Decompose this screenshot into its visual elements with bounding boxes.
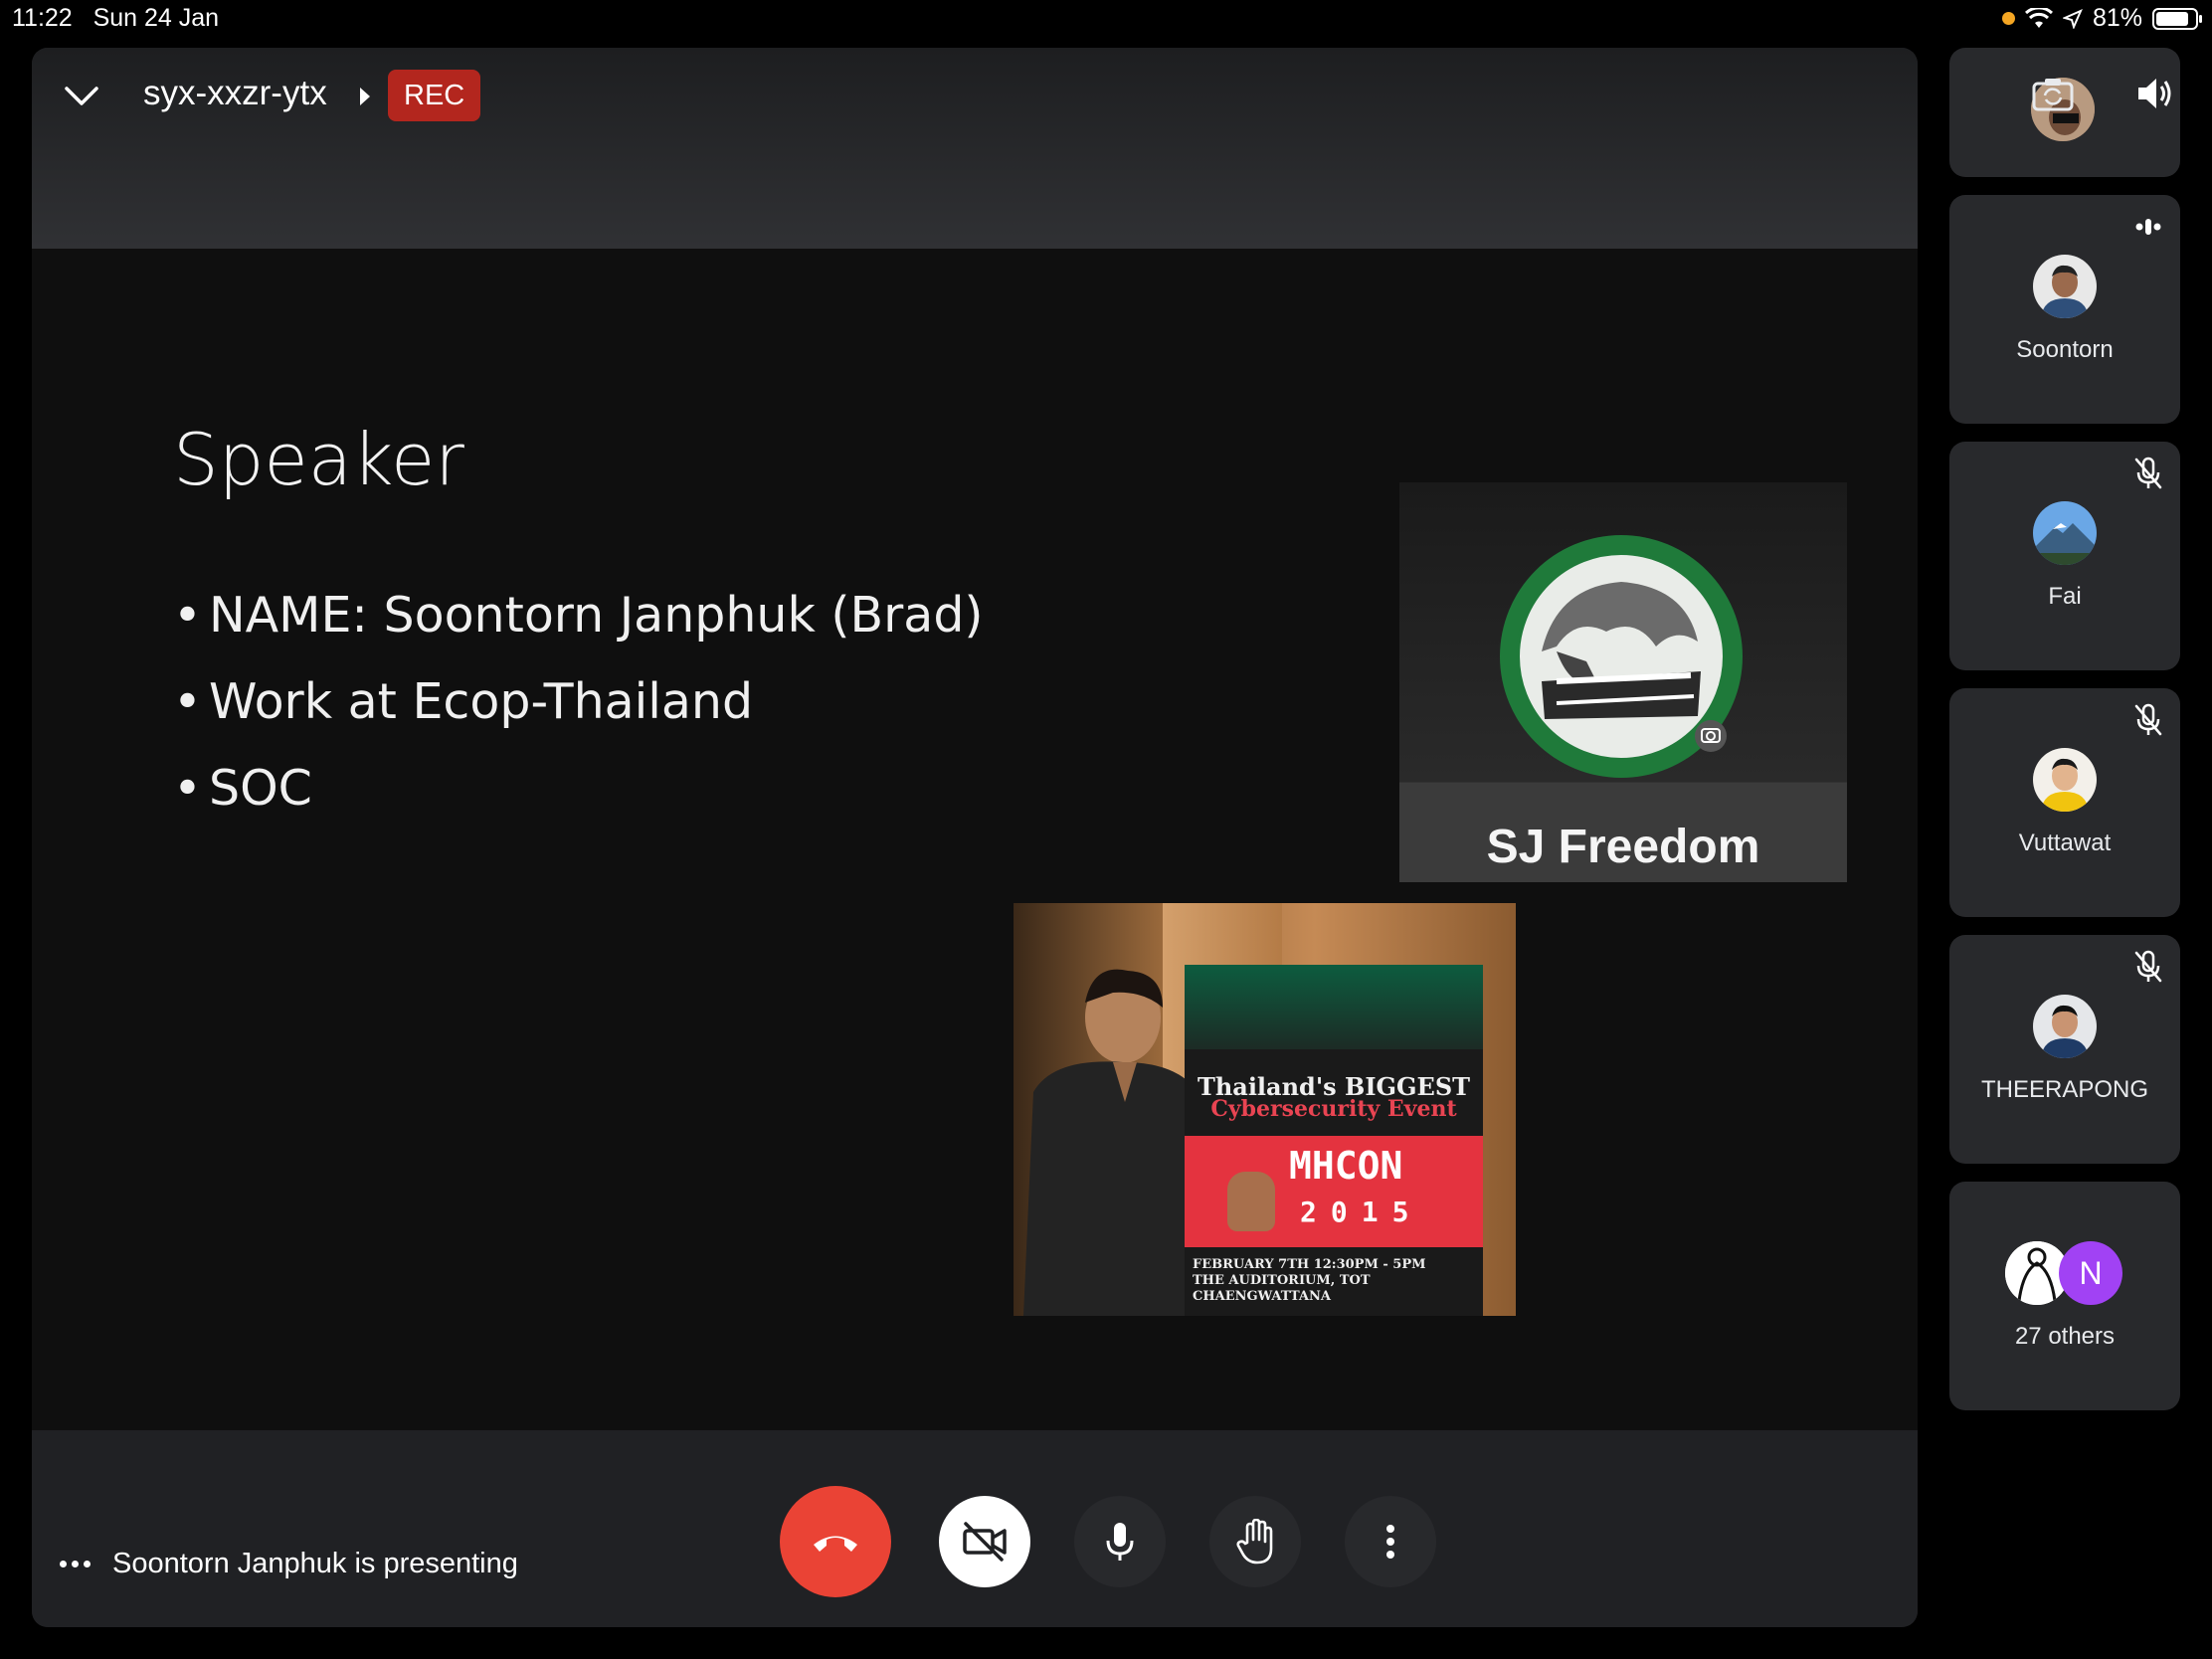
banner-year: 2015 [1300,1196,1423,1228]
participant-avatar [2033,995,2097,1058]
participant-name: Soontorn [2016,336,2114,363]
participant-avatar [2033,501,2097,565]
banner-matrix-graphic [1185,965,1483,1049]
others-count-label: 27 others [2014,1323,2116,1350]
mic-off-icon [2130,702,2166,738]
main-stage: syx-xxzr-ytx REC Speaker NAME: Soontorn … [32,48,1918,1627]
presenting-text: Soontorn Janphuk is presenting [112,1548,518,1579]
camera-toggle-button[interactable] [939,1496,1030,1587]
microphone-button[interactable] [1074,1496,1166,1587]
battery-icon [2152,7,2202,30]
avatar-image [2033,995,2097,1058]
speaking-icon [2130,209,2166,245]
banner-subheadline: Cybersecurity Event [1210,1096,1457,1122]
sj-freedom-profile-image: SJ Freedom [1399,482,1847,882]
mic-muted-icon [2134,703,2162,736]
others-avatar-2: N [2059,1241,2122,1305]
status-time: 11:22 [12,4,73,32]
more-dots-icon[interactable] [60,1561,91,1567]
meeting-code[interactable]: syx-xxzr-ytx [143,74,327,113]
status-time-date: 11:22 Sun 24 Jan [12,4,219,33]
participant-name: THEERAPONG [1980,1076,2149,1103]
switch-camera-icon[interactable] [2031,76,2075,111]
mhcon-banner: Thailand's BIGGEST Cybersecurity Event M… [1185,965,1483,1316]
caret-right-icon[interactable] [358,86,372,107]
participant-tile-fai[interactable]: Fai [1949,442,2180,670]
profile-name-label: SJ Freedom [1486,821,1760,873]
participant-tile-theerapong[interactable]: THEERAPONG [1949,935,2180,1164]
more-vertical-icon [1386,1525,1394,1559]
presentation-slide: Speaker NAME: Soontorn Janphuk (Brad) Wo… [32,249,1918,1430]
collapse-button[interactable] [52,72,111,121]
presenting-indicator: Soontorn Janphuk is presenting [60,1548,518,1580]
avatar-image [2033,748,2097,812]
avatar-image [2033,501,2097,565]
microphone-icon [1106,1523,1134,1561]
battery-percent: 81% [2092,4,2142,32]
more-options-button[interactable] [1345,1496,1436,1587]
others-tile[interactable]: N 27 others [1949,1182,2180,1410]
mhcon-event-photo: Thailand's BIGGEST Cybersecurity Event M… [1014,903,1516,1316]
banner-brand: MHCON [1289,1144,1403,1188]
banner-date-line: FEBRUARY 7TH 12:30PM - 5PM [1193,1257,1426,1272]
speaker-volume-icon[interactable] [2134,74,2174,113]
participant-name: Vuttawat [2018,830,2112,856]
wifi-icon [2024,7,2053,28]
chevron-down-icon [65,87,98,105]
participant-tile-vuttawat[interactable]: Vuttawat [1949,688,2180,917]
slide-bullet: SOC [173,760,984,817]
avatar-image [2033,255,2097,318]
banner-date: FEBRUARY 7TH 12:30PM - 5PM THE AUDITORIU… [1187,1257,1483,1305]
end-call-button[interactable] [780,1486,891,1597]
participant-avatar [2033,255,2097,318]
hand-icon [1236,1519,1273,1565]
participant-tile-soontorn[interactable]: Soontorn [1949,195,2180,424]
tiger-badge-logo [1500,535,1743,778]
control-bar: Soontorn Janphuk is presenting [32,1430,1918,1627]
raise-hand-button[interactable] [1209,1496,1301,1587]
slide-title: Speaker [173,418,464,501]
speaker-person [1023,969,1212,1316]
mic-off-icon [2130,949,2166,985]
recording-badge: REC [388,70,481,121]
stage-header: syx-xxzr-ytx REC [32,48,1918,249]
status-bar: 11:22 Sun 24 Jan 81% [0,0,2212,40]
others-avatar-letter: N [2079,1254,2103,1291]
mic-in-use-indicator [2001,12,2015,25]
location-arrow-icon [2062,8,2083,29]
phone-hangup-icon [814,1536,857,1552]
mic-muted-icon [2134,950,2162,983]
status-date: Sun 24 Jan [92,4,220,32]
slide-bullet-list: NAME: Soontorn Janphuk (Brad) Work at Ec… [173,587,984,846]
audio-level-icon [2135,219,2161,235]
participant-name: Fai [2048,583,2082,610]
camera-off-icon [963,1522,1007,1562]
mic-off-icon [2130,456,2166,491]
participant-avatar [2033,748,2097,812]
banner-venue-line: THE AUDITORIUM, TOT CHAENGWATTANA [1193,1273,1371,1304]
self-view-tile[interactable] [1949,48,2180,177]
status-right: 81% [2001,4,2202,33]
mic-muted-icon [2134,457,2162,489]
slide-bullet: NAME: Soontorn Janphuk (Brad) [173,587,984,644]
slide-bullet: Work at Ecop-Thailand [173,673,984,730]
thumbs-up-hand [1227,1172,1275,1231]
